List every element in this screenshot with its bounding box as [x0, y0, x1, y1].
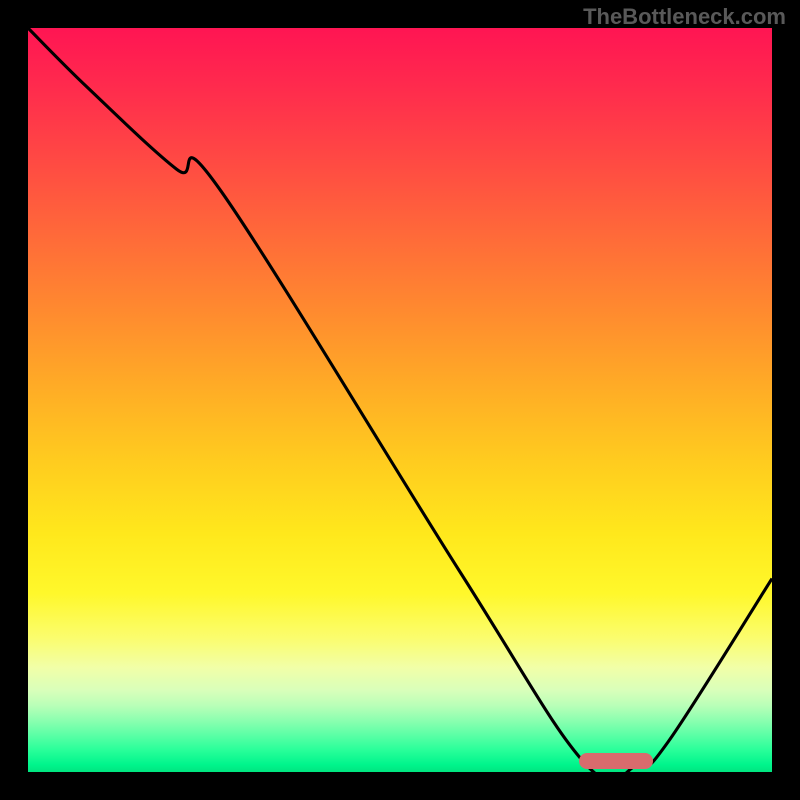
watermark-text: TheBottleneck.com	[583, 4, 786, 30]
plot-area	[28, 28, 772, 772]
curve-line	[28, 28, 772, 772]
curve-path	[28, 28, 772, 772]
optimum-marker	[579, 753, 653, 769]
